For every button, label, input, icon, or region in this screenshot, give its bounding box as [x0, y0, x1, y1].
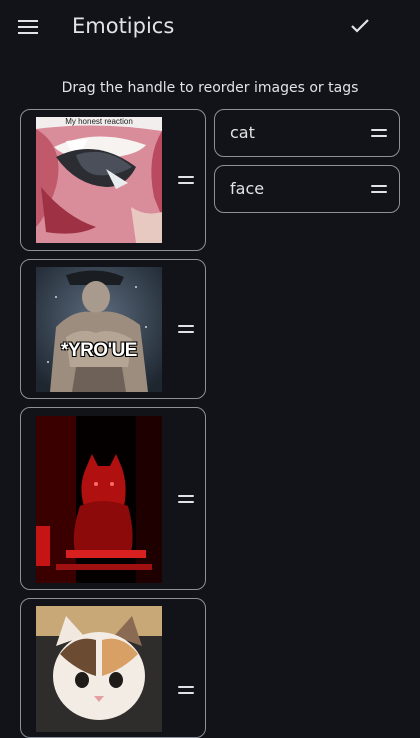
- tag-label: cat: [230, 123, 255, 142]
- red-cat-image: [36, 416, 162, 583]
- tag-label: face: [230, 179, 265, 198]
- menu-icon: [18, 20, 38, 34]
- app-title: Emotipics: [72, 14, 175, 38]
- image-thumbnail[interactable]: [36, 606, 162, 732]
- image-thumbnail[interactable]: My honest reaction: [36, 117, 162, 243]
- image-thumbnail[interactable]: *YRO'UE: [36, 267, 162, 392]
- drag-handle-icon[interactable]: [178, 683, 198, 697]
- drag-handle-icon[interactable]: [178, 492, 198, 506]
- image-thumbnail[interactable]: [36, 416, 162, 583]
- reorder-hint: Drag the handle to reorder images or tag…: [61, 80, 359, 96]
- drag-handle-icon[interactable]: [371, 182, 391, 196]
- tag-card: face: [214, 165, 400, 213]
- drag-handle-icon[interactable]: [371, 126, 391, 140]
- check-icon: [351, 19, 369, 33]
- reaction-image: [36, 117, 162, 243]
- drag-handle-icon[interactable]: [178, 173, 198, 187]
- image-overlay-text: *YRO'UE: [61, 340, 137, 361]
- image-caption: My honest reaction: [65, 117, 133, 126]
- app-bar: Emotipics: [0, 0, 420, 54]
- image-card: My honest reaction: [20, 109, 206, 251]
- muscle-man-image: [36, 267, 162, 392]
- image-card: *YRO'UE: [20, 259, 206, 399]
- drag-handle-icon[interactable]: [178, 322, 198, 336]
- image-card: [20, 598, 206, 738]
- kitten-image: [36, 606, 162, 732]
- image-card: [20, 407, 206, 590]
- tag-card: cat: [214, 109, 400, 157]
- menu-button[interactable]: [10, 9, 46, 45]
- confirm-button[interactable]: [342, 8, 378, 44]
